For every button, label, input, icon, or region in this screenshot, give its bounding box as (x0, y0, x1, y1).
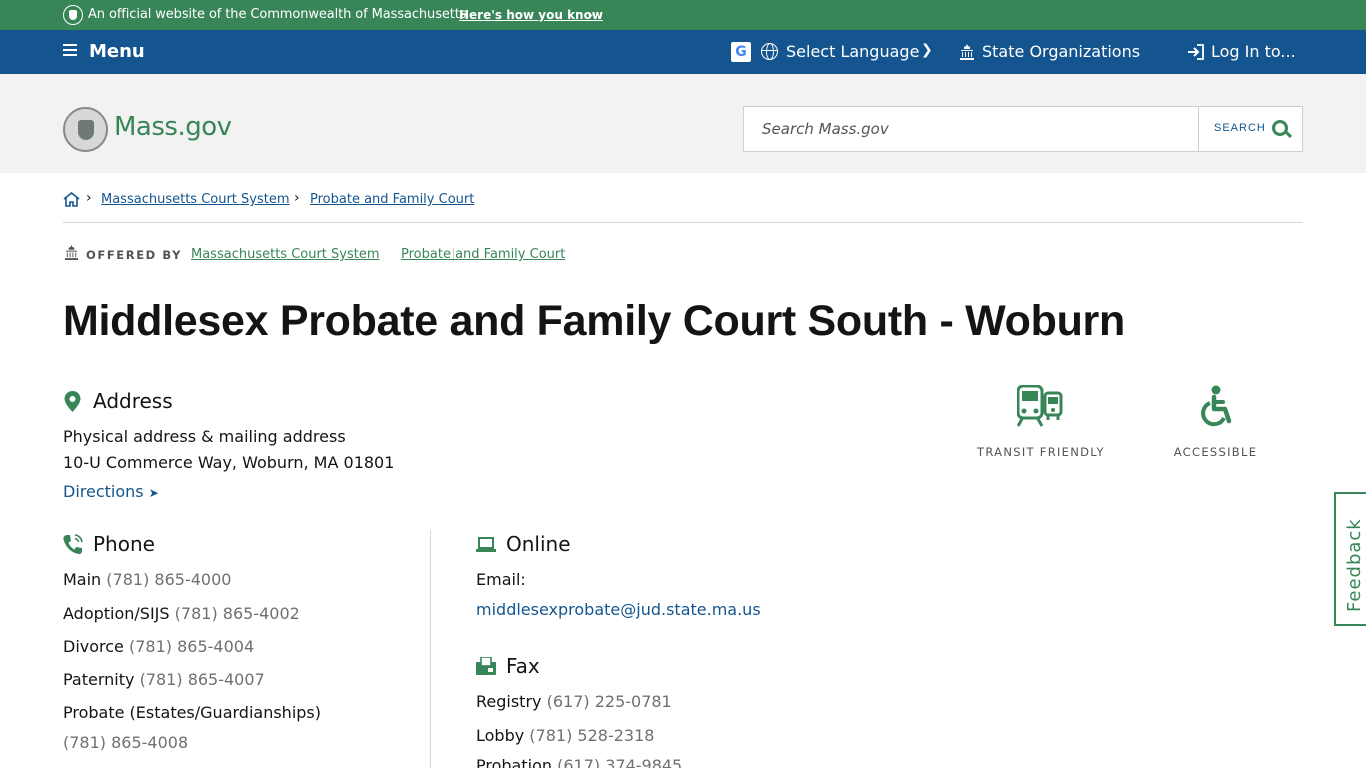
directions-label: Directions (63, 482, 144, 501)
phone-line-adoption: Adoption/SIJS (781) 865-4002 (63, 604, 300, 623)
search-form: SEARCH (743, 106, 1303, 152)
fax-label: Lobby (476, 726, 525, 745)
fax-heading: Fax (506, 654, 540, 678)
phone-number-link[interactable]: (781) 865-4004 (129, 637, 254, 656)
phone-number-link[interactable]: (781) 865-4002 (175, 604, 300, 623)
heres-how-you-know-button[interactable]: Here's how you know (459, 8, 603, 22)
breadcrumb-divider (63, 222, 1303, 223)
phone-line-paternity: Paternity (781) 865-4007 (63, 670, 265, 689)
online-heading: Online (506, 532, 571, 556)
accessible-label: ACCESSIBLE (1173, 445, 1258, 459)
email-label: Email: (476, 570, 526, 589)
fax-label: Registry (476, 692, 542, 711)
accessible-icon (1201, 385, 1232, 427)
official-banner: An official website of the Commonwealth … (0, 0, 1366, 30)
offered-by: OFFERED BY Massachusetts Court System Pr… (63, 244, 763, 264)
home-icon[interactable] (63, 192, 80, 207)
search-icon (1272, 120, 1288, 136)
fax-number: (781) 528-2318 (529, 726, 655, 745)
hamburger-menu-icon[interactable] (63, 44, 77, 58)
capitol-building-icon (64, 245, 79, 260)
state-organizations-button[interactable]: State Organizations (982, 42, 1140, 61)
address-type: Physical address & mailing address (63, 427, 346, 446)
phone-label: Paternity (63, 670, 135, 689)
fax-line-lobby: Lobby (781) 528-2318 (476, 726, 654, 745)
fax-label: Probation (476, 756, 552, 768)
offered-by-probate-court-link[interactable]: Probate and Family Court (401, 247, 565, 262)
breadcrumb-link-court-system[interactable]: Massachusetts Court System (101, 192, 290, 207)
utility-nav: Menu G Select Language ❯ State Organizat… (0, 30, 1366, 74)
page-title: Middlesex Probate and Family Court South… (63, 297, 1125, 345)
search-button[interactable]: SEARCH (1200, 107, 1302, 151)
laptop-icon (476, 537, 496, 552)
offered-by-label: OFFERED BY (86, 248, 183, 262)
directions-link[interactable]: Directions ➤ (63, 482, 159, 501)
google-translate-icon: G (731, 42, 751, 62)
email-link[interactable]: middlesexprobate@jud.state.ma.us (476, 600, 761, 619)
arrow-right-icon: ➤ (148, 486, 159, 500)
fax-icon (476, 657, 496, 675)
feedback-label: Feedback (1344, 518, 1365, 612)
column-divider (430, 530, 431, 768)
phone-label: Main (63, 570, 102, 589)
fax-number: (617) 374-9845 (557, 756, 683, 768)
capitol-building-icon (960, 44, 974, 60)
select-language-button[interactable]: Select Language (786, 42, 919, 61)
phone-number-link[interactable]: (781) 865-4000 (106, 570, 231, 589)
phone-line-main: Main (781) 865-4000 (63, 570, 231, 589)
site-logo-text[interactable]: Mass.gov (114, 112, 232, 142)
massachusetts-seal-logo[interactable] (63, 107, 108, 152)
address-street: 10-U Commerce Way, Woburn, MA 01801 (63, 453, 395, 472)
feedback-tab[interactable]: Feedback (1334, 492, 1366, 626)
map-pin-icon (64, 391, 81, 412)
address-heading: Address (93, 389, 173, 413)
globe-icon (761, 43, 778, 60)
chevron-down-icon[interactable]: ⌄ (586, 7, 595, 20)
login-icon[interactable] (1187, 44, 1205, 60)
fax-line-registry: Registry (617) 225-0781 (476, 692, 672, 711)
offered-by-court-system-link[interactable]: Massachusetts Court System (191, 247, 380, 262)
official-website-text: An official website of the Commonwealth … (88, 7, 467, 22)
phone-label: Divorce (63, 637, 124, 656)
login-button[interactable]: Log In to... (1211, 42, 1296, 61)
fax-number: (617) 225-0781 (546, 692, 672, 711)
search-input[interactable] (744, 107, 1199, 151)
chevron-down-icon[interactable]: ❯ (921, 42, 933, 58)
phone-number-link[interactable]: (781) 865-4008 (63, 733, 188, 752)
phone-heading: Phone (93, 532, 155, 556)
transit-icon (1017, 385, 1063, 427)
breadcrumb-link-probate-court[interactable]: Probate and Family Court (310, 192, 474, 207)
phone-label: Adoption/SIJS (63, 604, 170, 623)
shield-icon (63, 5, 83, 25)
transit-friendly-label: TRANSIT FRIENDLY (977, 445, 1105, 459)
search-button-label: SEARCH (1214, 122, 1266, 134)
phone-icon (63, 534, 83, 555)
site-header: Mass.gov SEARCH (0, 74, 1366, 173)
chevron-right-icon: › (86, 190, 92, 206)
phone-line-divorce: Divorce (781) 865-4004 (63, 637, 254, 656)
chevron-right-icon: › (294, 190, 300, 206)
phone-line-probate-label: Probate (Estates/Guardianships) (63, 703, 321, 722)
fax-line-probation: Probation (617) 374-9845 (476, 756, 682, 768)
breadcrumb: › Massachusetts Court System › Probate a… (63, 190, 1303, 210)
phone-number-link[interactable]: (781) 865-4007 (140, 670, 265, 689)
menu-button[interactable]: Menu (89, 41, 145, 62)
